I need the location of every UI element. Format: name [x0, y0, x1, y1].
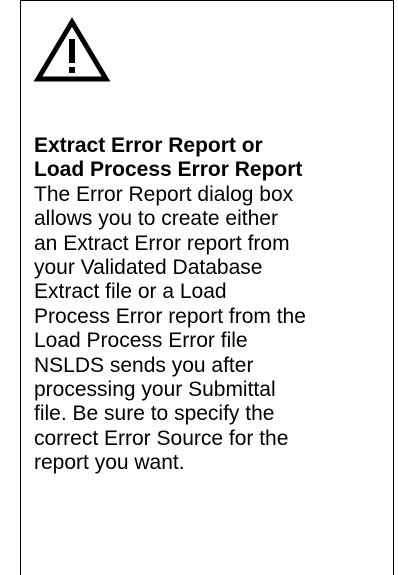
note-text: Extract Error Report or Load Process Err…: [34, 134, 390, 476]
note-body-line: report you want.: [34, 451, 185, 475]
note-body-line: processing your Submittal: [34, 378, 276, 402]
warning-icon: [33, 16, 111, 84]
warning-note-panel: Extract Error Report or Load Process Err…: [20, 0, 394, 575]
note-body-line: Extract file or a Load: [34, 280, 227, 304]
note-body-line: Load Process Error file: [34, 329, 248, 353]
note-body-line: an Extract Error report from: [34, 231, 290, 255]
note-body-line: file. Be sure to specify the: [34, 402, 275, 426]
note-body-line: allows you to create either: [34, 207, 278, 231]
note-body-line: NSLDS sends you after: [34, 353, 254, 377]
note-title-line-2: Load Process Error Report: [34, 158, 303, 182]
note-body-line: correct Error Source for the: [34, 426, 289, 450]
note-body-line: your Validated Database: [34, 256, 263, 280]
note-title-line-1: Extract Error Report or: [34, 134, 263, 157]
note-body-line: Process Error report from the: [34, 304, 306, 328]
note-body-line: The Error Report dialog box: [34, 182, 294, 206]
